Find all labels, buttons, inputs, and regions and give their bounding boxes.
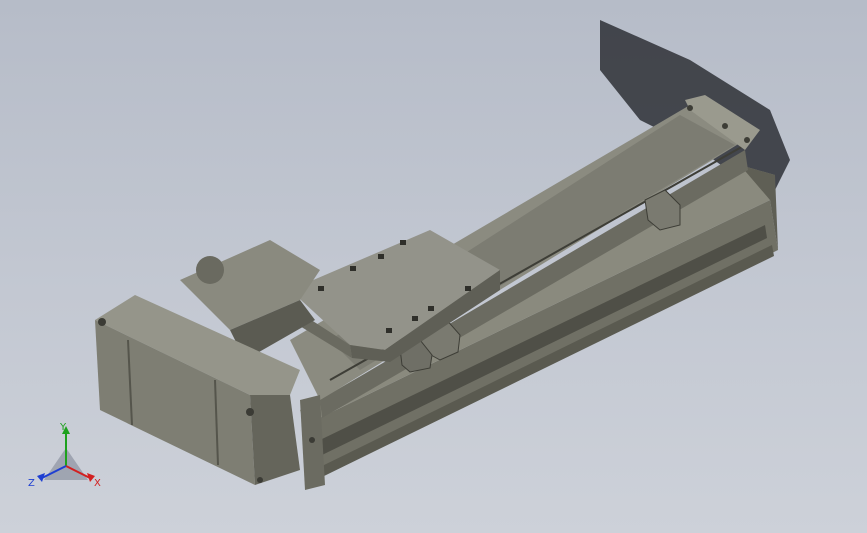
- axis-y-label: Y: [59, 422, 67, 433]
- axis-z-label: Z: [28, 478, 35, 489]
- coupling-housing: [196, 256, 224, 284]
- axis-x-label: X: [94, 478, 101, 489]
- end-block-bolt: [722, 123, 728, 129]
- motor-bolt: [98, 318, 106, 326]
- motor-housing-side: [250, 395, 300, 485]
- axis-triad[interactable]: Y X Z: [24, 418, 108, 494]
- end-block-bolt: [687, 105, 693, 111]
- end-plate-hole: [309, 437, 315, 443]
- motor-bolt: [246, 408, 254, 416]
- cad-viewport[interactable]: Y X Z: [0, 0, 867, 533]
- end-block-bolt: [744, 137, 750, 143]
- motor-bolt: [257, 477, 263, 483]
- linear-actuator-model[interactable]: [0, 0, 867, 533]
